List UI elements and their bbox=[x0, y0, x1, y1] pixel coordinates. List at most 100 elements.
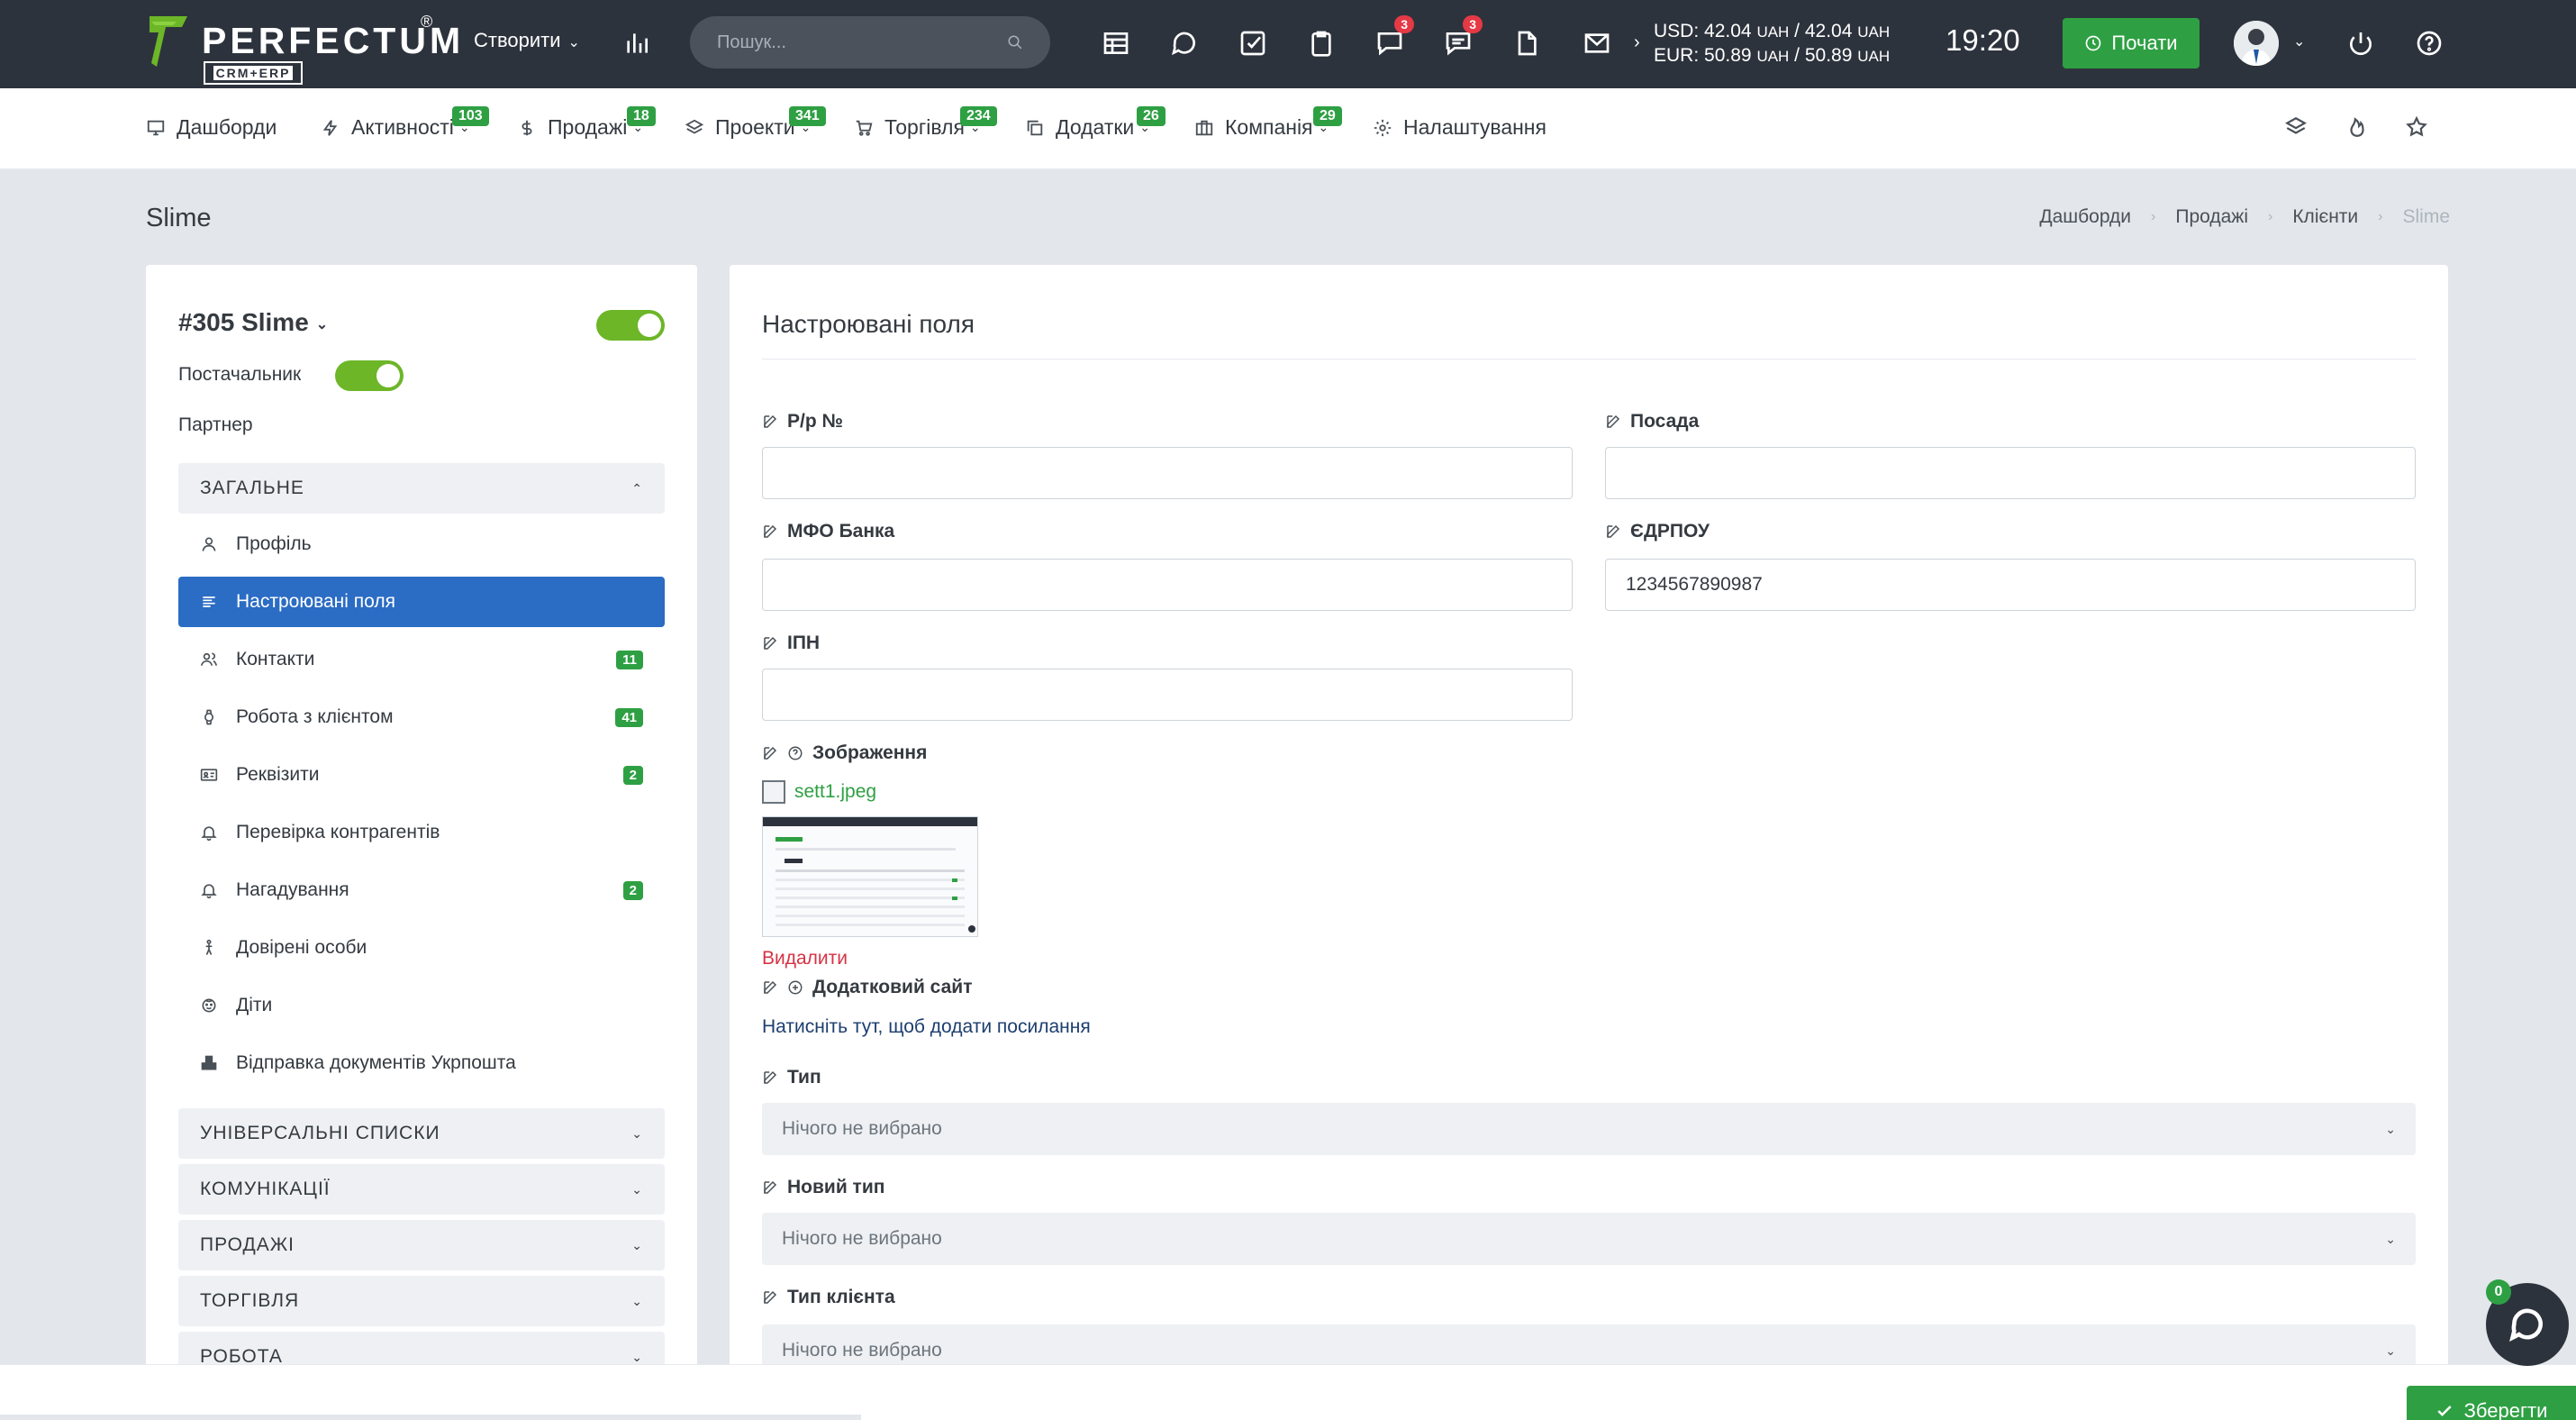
delete-image-link[interactable]: Видалити bbox=[762, 948, 848, 969]
menu-ukrposhta[interactable]: Відправка документів Укрпошта bbox=[178, 1038, 665, 1088]
start-label: Почати bbox=[2111, 32, 2178, 54]
label-text: Р/р № bbox=[787, 411, 843, 432]
section-label: КОМУНІКАЦІЇ bbox=[200, 1179, 331, 1199]
usd-label: USD: bbox=[1654, 21, 1700, 41]
start-button[interactable]: Почати bbox=[2063, 18, 2200, 68]
logo[interactable]: PERFECTUM ® CRM+ERP bbox=[146, 13, 460, 85]
question-circle-icon[interactable] bbox=[787, 745, 803, 761]
section-communications[interactable]: КОМУНІКАЦІЇ ⌄ bbox=[178, 1164, 665, 1215]
edit-icon[interactable] bbox=[762, 745, 778, 761]
table-icon[interactable] bbox=[1097, 24, 1135, 62]
help-icon[interactable] bbox=[2410, 24, 2448, 62]
menu-client-work[interactable]: Робота з клієнтом 41 bbox=[178, 692, 665, 742]
image-thumbnail[interactable] bbox=[762, 816, 978, 937]
search-box[interactable]: Пошук... bbox=[690, 16, 1050, 68]
section-sales[interactable]: ПРОДАЖІ ⌄ bbox=[178, 1220, 665, 1270]
fire-icon[interactable] bbox=[2345, 115, 2371, 141]
breadcrumb-item[interactable]: Продажі bbox=[2175, 206, 2248, 228]
watch-icon bbox=[204, 709, 213, 725]
menu-profile[interactable]: Профіль bbox=[178, 519, 665, 569]
save-button[interactable]: Зберегти bbox=[2407, 1386, 2576, 1420]
label-text: Тип клієнта bbox=[787, 1287, 895, 1307]
menu-label: Контакти bbox=[236, 649, 315, 669]
ipn-input[interactable] bbox=[762, 669, 1573, 721]
create-menu[interactable]: Створити ⌄ bbox=[474, 29, 580, 52]
menu-children[interactable]: Діти bbox=[178, 980, 665, 1031]
power-icon[interactable] bbox=[2342, 24, 2380, 62]
clipboard-icon[interactable] bbox=[1302, 24, 1340, 62]
messages-icon[interactable]: 3 bbox=[1439, 15, 1483, 62]
label-text: ЄДРПОУ bbox=[1630, 521, 1710, 542]
menu-trusted-persons[interactable]: Довірені особи bbox=[178, 923, 665, 973]
edit-icon[interactable] bbox=[762, 979, 778, 996]
client-title[interactable]: #305 Slime ⌄ bbox=[178, 308, 328, 337]
edit-icon[interactable] bbox=[1605, 414, 1621, 430]
comment-icon[interactable] bbox=[1166, 24, 1203, 62]
section-label: ПРОДАЖІ bbox=[200, 1234, 295, 1255]
mail-icon[interactable] bbox=[1578, 24, 1616, 62]
usd-unit: UAH bbox=[1756, 23, 1790, 41]
section-trade[interactable]: ТОРГІВЛЯ ⌄ bbox=[178, 1276, 665, 1326]
rp-input[interactable] bbox=[762, 447, 1573, 499]
nav-badge: 341 bbox=[789, 106, 826, 126]
analytics-icon[interactable] bbox=[618, 24, 656, 62]
edit-icon[interactable] bbox=[762, 635, 778, 651]
nav-sales[interactable]: Продажі ⌄ 18 bbox=[517, 106, 656, 140]
menu-contacts[interactable]: Контакти 11 bbox=[178, 634, 665, 685]
edit-icon[interactable] bbox=[762, 1070, 778, 1086]
type-select[interactable]: Нічого не вибрано ⌄ bbox=[762, 1103, 2416, 1155]
supplier-toggle[interactable] bbox=[335, 360, 404, 391]
mfo-input[interactable] bbox=[762, 559, 1573, 611]
nav-trade[interactable]: Торгівля ⌄ 234 bbox=[854, 106, 997, 140]
star-icon[interactable] bbox=[2405, 115, 2430, 141]
add-site-link[interactable]: Натисніть тут, щоб додати посилання bbox=[762, 1016, 1091, 1038]
image-file-link[interactable]: sett1.jpeg bbox=[762, 780, 876, 804]
newtype-select[interactable]: Нічого не вибрано ⌄ bbox=[762, 1213, 2416, 1265]
menu-label: Робота з клієнтом bbox=[236, 706, 394, 727]
search-input[interactable]: Пошук... bbox=[717, 32, 786, 53]
plus-circle-icon[interactable] bbox=[787, 979, 803, 996]
active-toggle[interactable] bbox=[596, 310, 665, 341]
partner-label[interactable]: Партнер bbox=[178, 414, 253, 436]
nav-settings[interactable]: Налаштування bbox=[1373, 115, 1547, 140]
edit-icon[interactable] bbox=[762, 523, 778, 540]
menu-label: Відправка документів Укрпошта bbox=[236, 1052, 516, 1073]
edrpou-input[interactable]: 1234567890987 bbox=[1605, 559, 2416, 611]
menu-counterparty-check[interactable]: Перевірка контрагентів bbox=[178, 807, 665, 858]
breadcrumb-item[interactable]: Дашборди bbox=[2039, 206, 2131, 228]
breadcrumb-current: Slime bbox=[2402, 206, 2450, 227]
nav-dashboards[interactable]: Дашборди bbox=[146, 115, 277, 140]
usd-value: 42.04 bbox=[1704, 21, 1752, 41]
menu-reminders[interactable]: Нагадування 2 bbox=[178, 865, 665, 915]
nav-label: Торгівля bbox=[884, 115, 965, 139]
nav-projects[interactable]: Проекти ⌄ 341 bbox=[685, 106, 826, 140]
chat-icon[interactable]: 3 bbox=[1371, 15, 1414, 62]
layers-icon bbox=[685, 119, 704, 134]
section-general[interactable]: ЗАГАЛЬНЕ ⌃ bbox=[178, 463, 665, 514]
users-icon bbox=[200, 652, 218, 666]
edit-icon[interactable] bbox=[1605, 523, 1621, 540]
supplier-label: Постачальник bbox=[178, 364, 302, 385]
nav-apps[interactable]: Додатки ⌄ 26 bbox=[1025, 106, 1166, 140]
field-label-type: Тип bbox=[762, 1067, 821, 1088]
label-text: Тип bbox=[787, 1067, 821, 1088]
select-value: Нічого не вибрано bbox=[782, 1340, 942, 1361]
label-text: МФО Банка bbox=[787, 521, 895, 542]
nav-activities[interactable]: Активності ⌄ 103 bbox=[321, 106, 489, 140]
section-universal-lists[interactable]: УНІВЕРСАЛЬНІ СПИСКИ ⌄ bbox=[178, 1108, 665, 1159]
avatar[interactable] bbox=[2234, 21, 2279, 66]
nav-company[interactable]: Компанія ⌄ 29 bbox=[1194, 106, 1342, 140]
task-check-icon[interactable] bbox=[1234, 24, 1272, 62]
edit-icon[interactable] bbox=[762, 1179, 778, 1196]
position-input[interactable] bbox=[1605, 447, 2416, 499]
layers-icon[interactable] bbox=[2284, 115, 2309, 141]
edit-icon[interactable] bbox=[762, 1289, 778, 1306]
edit-icon[interactable] bbox=[762, 414, 778, 430]
chevron-down-icon[interactable]: ⌄ bbox=[2293, 32, 2305, 50]
menu-requisites[interactable]: Реквізити 2 bbox=[178, 750, 665, 800]
chevron-right-icon[interactable]: › bbox=[1634, 31, 1640, 54]
dollar-icon bbox=[522, 120, 532, 135]
breadcrumb-item[interactable]: Клієнти bbox=[2292, 206, 2358, 228]
document-icon[interactable] bbox=[1508, 24, 1546, 62]
menu-custom-fields[interactable]: Настроювані поля bbox=[178, 577, 665, 627]
